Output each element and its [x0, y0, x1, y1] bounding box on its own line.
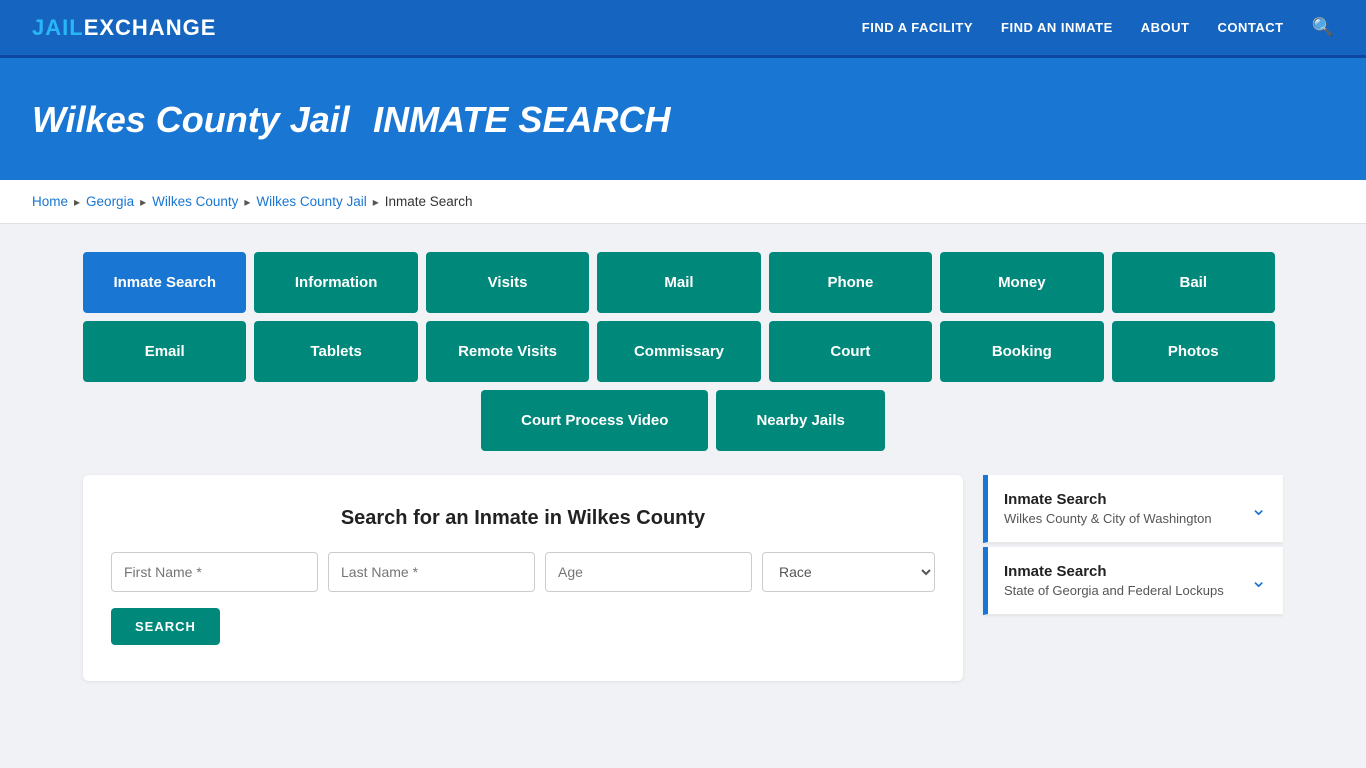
breadcrumb-sep-4: ▸ [373, 195, 379, 209]
nav-buttons-row1: Inmate Search Information Visits Mail Ph… [83, 252, 1283, 313]
two-col-layout: Search for an Inmate in Wilkes County Ra… [83, 475, 1283, 681]
btn-visits[interactable]: Visits [426, 252, 589, 313]
chevron-down-icon-local: ⌄ [1250, 496, 1267, 521]
btn-tablets[interactable]: Tablets [254, 321, 417, 382]
breadcrumb-sep-1: ▸ [74, 195, 80, 209]
sidebar-item-local-title: Inmate Search [1004, 491, 1212, 508]
search-title: Search for an Inmate in Wilkes County [111, 507, 935, 530]
nav-find-inmate[interactable]: FIND AN INMATE [1001, 20, 1113, 35]
nav-contact[interactable]: CONTACT [1217, 20, 1283, 35]
btn-inmate-search[interactable]: Inmate Search [83, 252, 246, 313]
race-select[interactable]: Race White Black Hispanic Asian Other [762, 552, 935, 592]
sidebar-item-state[interactable]: Inmate Search State of Georgia and Feder… [983, 547, 1283, 615]
page-body: Inmate Search Information Visits Mail Ph… [63, 224, 1303, 709]
search-button[interactable]: SEARCH [111, 608, 220, 645]
btn-nearby-jails[interactable]: Nearby Jails [716, 390, 884, 451]
breadcrumb-current: Inmate Search [385, 194, 473, 209]
breadcrumb: Home ▸ Georgia ▸ Wilkes County ▸ Wilkes … [0, 180, 1366, 224]
btn-bail[interactable]: Bail [1112, 252, 1275, 313]
chevron-down-icon-state: ⌄ [1250, 568, 1267, 593]
hero-title-normal: Wilkes County Jail [32, 99, 350, 140]
hero-title-italic: INMATE SEARCH [373, 99, 670, 140]
breadcrumb-wilkes-county[interactable]: Wilkes County [152, 194, 238, 209]
search-card: Search for an Inmate in Wilkes County Ra… [83, 475, 963, 681]
btn-photos[interactable]: Photos [1112, 321, 1275, 382]
breadcrumb-sep-3: ▸ [244, 195, 250, 209]
nav-buttons-row2: Email Tablets Remote Visits Commissary C… [83, 321, 1283, 382]
last-name-input[interactable] [328, 552, 535, 592]
age-input[interactable] [545, 552, 752, 592]
btn-email[interactable]: Email [83, 321, 246, 382]
first-name-input[interactable] [111, 552, 318, 592]
breadcrumb-sep-2: ▸ [140, 195, 146, 209]
btn-information[interactable]: Information [254, 252, 417, 313]
sidebar-item-state-title: Inmate Search [1004, 563, 1224, 580]
hero-section: Wilkes County Jail INMATE SEARCH [0, 58, 1366, 180]
nav-buttons-row3: Court Process Video Nearby Jails [83, 390, 1283, 451]
sidebar-item-local[interactable]: Inmate Search Wilkes County & City of Wa… [983, 475, 1283, 543]
btn-commissary[interactable]: Commissary [597, 321, 760, 382]
breadcrumb-georgia[interactable]: Georgia [86, 194, 134, 209]
btn-phone[interactable]: Phone [769, 252, 932, 313]
search-icon[interactable]: 🔍 [1312, 17, 1334, 38]
nav-links: FIND A FACILITY FIND AN INMATE ABOUT CON… [862, 17, 1334, 38]
main-nav: JAILEXCHANGE FIND A FACILITY FIND AN INM… [0, 0, 1366, 58]
sidebar: Inmate Search Wilkes County & City of Wa… [983, 475, 1283, 619]
btn-remote-visits[interactable]: Remote Visits [426, 321, 589, 382]
breadcrumb-home[interactable]: Home [32, 194, 68, 209]
btn-court-process-video[interactable]: Court Process Video [481, 390, 708, 451]
logo[interactable]: JAILEXCHANGE [32, 15, 216, 41]
sidebar-item-local-text: Inmate Search Wilkes County & City of Wa… [1004, 491, 1212, 526]
breadcrumb-wilkes-county-jail[interactable]: Wilkes County Jail [256, 194, 366, 209]
logo-exchange: EXCHANGE [84, 15, 217, 40]
search-inputs: Race White Black Hispanic Asian Other [111, 552, 935, 592]
sidebar-item-state-text: Inmate Search State of Georgia and Feder… [1004, 563, 1224, 598]
nav-find-facility[interactable]: FIND A FACILITY [862, 20, 973, 35]
btn-mail[interactable]: Mail [597, 252, 760, 313]
btn-money[interactable]: Money [940, 252, 1103, 313]
logo-part1: JAIL [32, 15, 84, 40]
btn-court[interactable]: Court [769, 321, 932, 382]
nav-about[interactable]: ABOUT [1141, 20, 1190, 35]
hero-title: Wilkes County Jail INMATE SEARCH [32, 94, 1334, 142]
sidebar-item-local-subtitle: Wilkes County & City of Washington [1004, 511, 1212, 526]
sidebar-item-state-subtitle: State of Georgia and Federal Lockups [1004, 583, 1224, 598]
btn-booking[interactable]: Booking [940, 321, 1103, 382]
